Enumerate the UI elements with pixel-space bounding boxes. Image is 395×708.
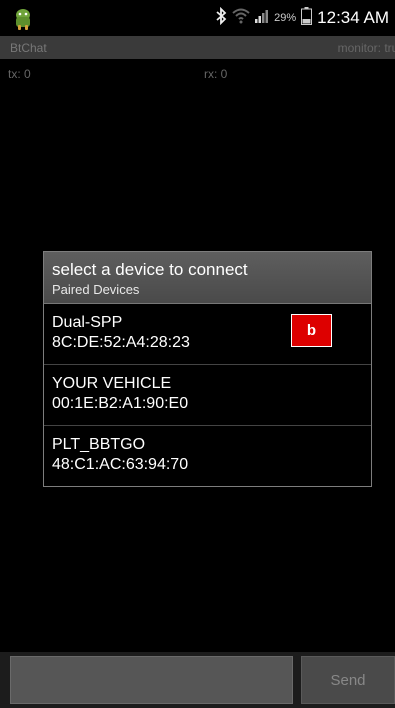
bluetooth-icon — [215, 6, 227, 30]
status-icons: 29% 12:34 AM — [215, 0, 389, 36]
annotation-marker: b — [291, 314, 332, 347]
device-item-plt-bbtgo[interactable]: PLT_BBTGO 48:C1:AC:63:94:70 — [44, 426, 371, 486]
signal-icon — [255, 9, 269, 28]
status-time: 12:34 AM — [317, 8, 389, 27]
device-item-dual-spp[interactable]: Dual-SPP 8C:DE:52:A4:28:23 b — [44, 304, 371, 365]
app-title-bar: BtChat monitor: true — [0, 36, 395, 59]
battery-icon — [301, 6, 313, 30]
device-picker-dialog: select a device to connect Paired Device… — [43, 251, 372, 487]
tx-counter: tx: 0 — [8, 67, 31, 81]
app-title: BtChat — [10, 40, 47, 55]
dialog-title: select a device to connect — [52, 260, 248, 279]
rx-counter: rx: 0 — [204, 67, 228, 81]
device-name: YOUR VEHICLE — [52, 375, 172, 392]
message-bar: Send — [0, 652, 395, 708]
wifi-icon — [232, 8, 250, 29]
message-input[interactable] — [10, 656, 293, 704]
device-mac: 00:1E:B2:A1:90:E0 — [52, 395, 189, 412]
battery-percent: 29% — [274, 12, 297, 24]
status-bar: 29% 12:34 AM — [0, 0, 395, 36]
monitor-status: monitor: true — [337, 40, 395, 55]
send-button[interactable]: Send — [301, 656, 395, 704]
counter-row: tx: 0 rx: 0 — [0, 67, 395, 83]
device-item-your-vehicle[interactable]: YOUR VEHICLE 00:1E:B2:A1:90:E0 — [44, 365, 371, 426]
dialog-header: select a device to connect Paired Device… — [44, 252, 371, 304]
device-mac: 48:C1:AC:63:94:70 — [52, 456, 189, 473]
android-robot-icon — [12, 7, 34, 31]
paired-devices-header: Paired Devices — [52, 282, 140, 297]
device-name: PLT_BBTGO — [52, 436, 146, 453]
